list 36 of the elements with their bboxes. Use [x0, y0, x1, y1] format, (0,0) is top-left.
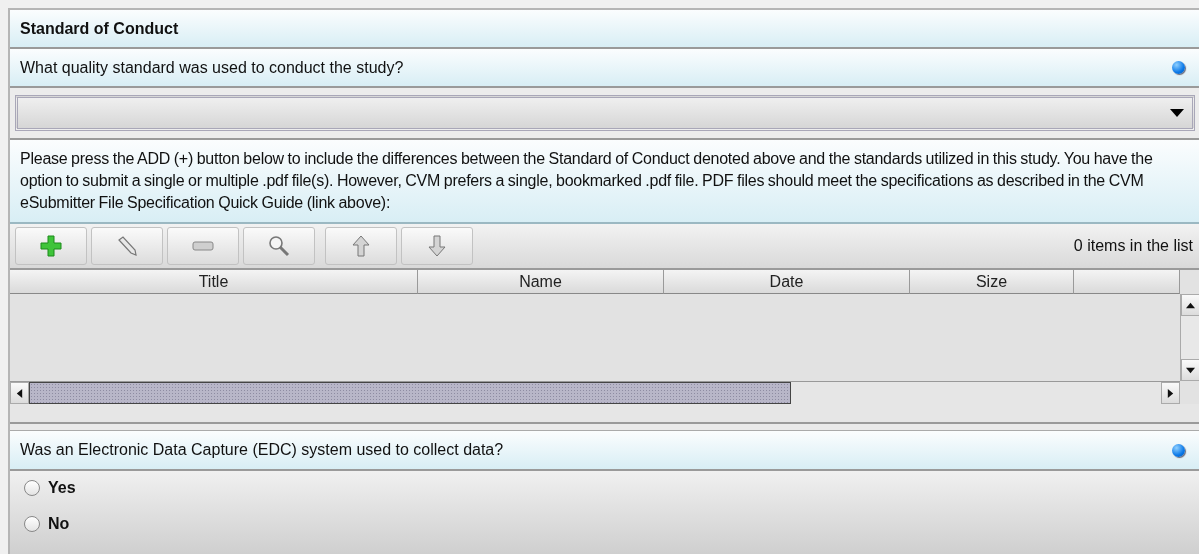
arrow-right-icon	[1166, 388, 1175, 398]
caret-icon	[1170, 109, 1184, 117]
instructions-text: Please press the ADD (+) button below to include the differences between the Standard of Conduct denoted above and the standards utilized in this study. You have the option to submit a single or multiple .pdf file(s). However, CVM prefers a single, bookmarked .pdf file. PDF files should meet the specifications as described in the CVM eSubmitter File Specification Quick Guide (link above):	[10, 140, 1199, 224]
item-count: 0 items in the list	[1073, 237, 1193, 255]
arrow-down-icon	[1186, 365, 1195, 375]
radio-button[interactable]	[24, 516, 40, 532]
search-button[interactable]	[243, 227, 315, 265]
column-header[interactable]: Title	[10, 270, 418, 294]
arrow-left-icon	[15, 388, 24, 398]
pencil-icon	[116, 235, 138, 257]
horizontal-scrollbar[interactable]	[10, 381, 1180, 404]
column-header[interactable]: Date	[664, 270, 910, 294]
question-text: What quality standard was used to conduct the study?	[20, 58, 404, 77]
plus-icon	[40, 235, 62, 257]
question-text: Was an Electronic Data Capture (EDC) system used to collect data?	[20, 441, 504, 459]
standard-dropdown[interactable]	[15, 95, 1195, 131]
column-header[interactable]: Size	[910, 270, 1074, 294]
required-dot-icon	[1172, 443, 1185, 457]
remove-button[interactable]	[167, 227, 239, 265]
edit-button[interactable]	[91, 227, 163, 265]
column-header[interactable]: Name	[418, 270, 664, 294]
move-down-button[interactable]	[401, 227, 473, 265]
section-title: Standard of Conduct	[20, 19, 179, 38]
minus-icon	[192, 241, 214, 251]
radio-button[interactable]	[24, 480, 40, 496]
scrollbar-thumb[interactable]	[29, 382, 791, 404]
add-button[interactable]	[15, 227, 87, 265]
arrow-up-icon	[352, 235, 370, 257]
arrow-up-icon	[1186, 300, 1195, 310]
option-label: No	[48, 515, 70, 533]
arrow-down-icon	[428, 235, 446, 257]
search-icon	[268, 235, 290, 257]
move-up-button[interactable]	[325, 227, 397, 265]
option-label: Yes	[48, 479, 76, 497]
vertical-scrollbar[interactable]	[1180, 294, 1199, 381]
required-dot-icon	[1172, 61, 1185, 74]
